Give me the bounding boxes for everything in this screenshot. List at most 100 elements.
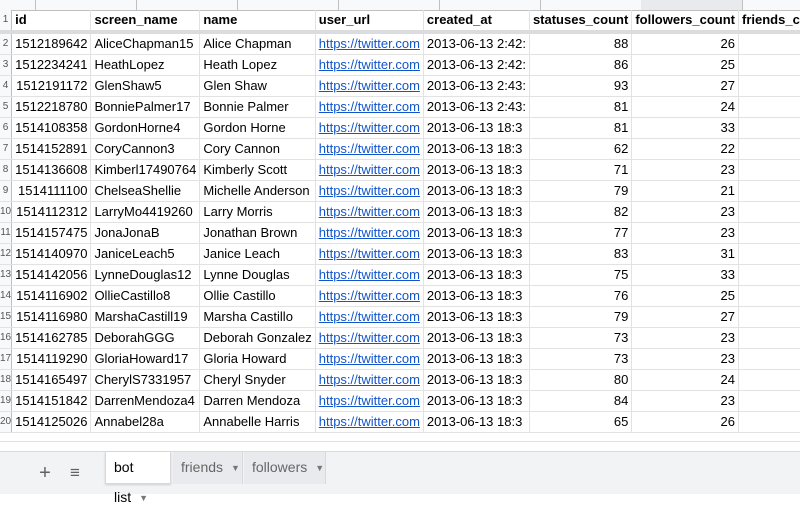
cell-friends-count[interactable]	[739, 307, 800, 328]
cell-followers-count[interactable]: 33	[632, 118, 739, 139]
cell-screen-name[interactable]: LarryMo4419260	[91, 202, 200, 223]
column-header-c[interactable]	[237, 0, 339, 10]
cell-followers-count[interactable]: 25	[632, 286, 739, 307]
header-cell-id[interactable]: id	[12, 10, 91, 32]
cell-followers-count[interactable]: 23	[632, 202, 739, 223]
cell-statuses-count[interactable]: 62	[529, 139, 631, 160]
cell-name[interactable]: Ollie Castillo	[200, 286, 315, 307]
cell-followers-count[interactable]: 26	[632, 412, 739, 433]
cell-friends-count[interactable]	[739, 223, 800, 244]
cell-followers-count[interactable]: 31	[632, 244, 739, 265]
row-number[interactable]: 14	[0, 286, 12, 307]
cell-statuses-count[interactable]: 88	[529, 32, 631, 55]
cell-friends-count[interactable]	[739, 160, 800, 181]
row-number[interactable]: 3	[0, 55, 12, 76]
cell-friends-count[interactable]	[739, 328, 800, 349]
cell-created-at[interactable]: 2013-06-13 2:43:	[423, 76, 529, 97]
cell-statuses-count[interactable]: 76	[529, 286, 631, 307]
cell-friends-count[interactable]	[739, 118, 800, 139]
cell-friends-count[interactable]	[739, 349, 800, 370]
cell-created-at[interactable]: 2013-06-13 18:3	[423, 139, 529, 160]
cell-friends-count[interactable]	[739, 202, 800, 223]
cell-screen-name[interactable]: ChelseaShellie	[91, 181, 200, 202]
cell-user-url[interactable]: https://twitter.com	[315, 349, 423, 370]
row-number[interactable]: 1	[0, 10, 12, 32]
cell-statuses-count[interactable]: 84	[529, 391, 631, 412]
row-number[interactable]: 15	[0, 307, 12, 328]
cell-user-url[interactable]: https://twitter.com	[315, 118, 423, 139]
cell-screen-name[interactable]: LynneDouglas12	[91, 265, 200, 286]
cell-id[interactable]: 1512189642	[12, 32, 91, 55]
cell-followers-count[interactable]: 23	[632, 160, 739, 181]
cell-friends-count[interactable]	[739, 265, 800, 286]
cell-created-at[interactable]: 2013-06-13 18:3	[423, 202, 529, 223]
plus-icon[interactable]: +	[33, 461, 57, 485]
cell-name[interactable]: Alice Chapman	[200, 32, 315, 55]
cell-statuses-count[interactable]: 81	[529, 97, 631, 118]
cell-id[interactable]: 1514108358	[12, 118, 91, 139]
tab-friends[interactable]: friends▼	[173, 452, 243, 484]
header-cell-created-at[interactable]: created_at	[423, 10, 529, 32]
cell-friends-count[interactable]	[739, 97, 800, 118]
cell-user-url[interactable]: https://twitter.com	[315, 181, 423, 202]
tab-followers[interactable]: followers▼	[244, 452, 326, 484]
cell-name[interactable]: Glen Shaw	[200, 76, 315, 97]
cell-created-at[interactable]: 2013-06-13 18:3	[423, 412, 529, 433]
cell-screen-name[interactable]: HeathLopez	[91, 55, 200, 76]
cell-name[interactable]: Heath Lopez	[200, 55, 315, 76]
row-number[interactable]: 5	[0, 97, 12, 118]
cell-statuses-count[interactable]: 75	[529, 265, 631, 286]
cell-statuses-count[interactable]: 77	[529, 223, 631, 244]
cell-id[interactable]: 1514142056	[12, 265, 91, 286]
cell-user-url[interactable]: https://twitter.com	[315, 328, 423, 349]
cell-id[interactable]: 1514125026	[12, 412, 91, 433]
header-cell-name[interactable]: name	[200, 10, 315, 32]
cell-screen-name[interactable]: MarshaCastill19	[91, 307, 200, 328]
cell-created-at[interactable]: 2013-06-13 2:42:	[423, 55, 529, 76]
cell-id[interactable]: 1514162785	[12, 328, 91, 349]
column-header-h[interactable]	[742, 0, 800, 10]
column-header-a[interactable]	[35, 0, 137, 10]
cell-created-at[interactable]: 2013-06-13 2:43:	[423, 97, 529, 118]
cell-screen-name[interactable]: JaniceLeach5	[91, 244, 200, 265]
cell-statuses-count[interactable]: 79	[529, 181, 631, 202]
horizontal-scrollbar[interactable]	[0, 441, 800, 442]
cell-screen-name[interactable]: CherylS7331957	[91, 370, 200, 391]
menu-lines-icon[interactable]: ≡	[63, 461, 87, 485]
column-header-g[interactable]	[641, 0, 743, 10]
cell-friends-count[interactable]	[739, 76, 800, 97]
header-cell-followers-count[interactable]: followers_count	[632, 10, 739, 32]
cell-id[interactable]: 1514165497	[12, 370, 91, 391]
cell-name[interactable]: Michelle Anderson	[200, 181, 315, 202]
cell-user-url[interactable]: https://twitter.com	[315, 55, 423, 76]
cell-screen-name[interactable]: Kimberl17490764	[91, 160, 200, 181]
cell-friends-count[interactable]	[739, 286, 800, 307]
cell-created-at[interactable]: 2013-06-13 18:3	[423, 265, 529, 286]
cell-name[interactable]: Darren Mendoza	[200, 391, 315, 412]
cell-screen-name[interactable]: GordonHorne4	[91, 118, 200, 139]
cell-created-at[interactable]: 2013-06-13 18:3	[423, 181, 529, 202]
cell-id[interactable]: 1512191172	[12, 76, 91, 97]
cell-screen-name[interactable]: JonaJonaB	[91, 223, 200, 244]
cell-created-at[interactable]: 2013-06-13 18:3	[423, 160, 529, 181]
cell-followers-count[interactable]: 24	[632, 370, 739, 391]
cell-id[interactable]: 1514136608	[12, 160, 91, 181]
cell-statuses-count[interactable]: 81	[529, 118, 631, 139]
cell-name[interactable]: Gordon Horne	[200, 118, 315, 139]
cell-screen-name[interactable]: OllieCastillo8	[91, 286, 200, 307]
caret-down-icon[interactable]: ▼	[231, 463, 240, 473]
caret-down-icon[interactable]: ▼	[315, 463, 324, 473]
cell-id[interactable]: 1512218780	[12, 97, 91, 118]
cell-user-url[interactable]: https://twitter.com	[315, 307, 423, 328]
cell-created-at[interactable]: 2013-06-13 18:3	[423, 349, 529, 370]
cell-friends-count[interactable]	[739, 370, 800, 391]
cell-id[interactable]: 1514111100	[12, 181, 91, 202]
cell-followers-count[interactable]: 23	[632, 328, 739, 349]
cell-statuses-count[interactable]: 86	[529, 55, 631, 76]
cell-user-url[interactable]: https://twitter.com	[315, 265, 423, 286]
cell-id[interactable]: 1514140970	[12, 244, 91, 265]
cell-created-at[interactable]: 2013-06-13 18:3	[423, 307, 529, 328]
cell-created-at[interactable]: 2013-06-13 18:3	[423, 244, 529, 265]
cell-friends-count[interactable]	[739, 32, 800, 55]
cell-followers-count[interactable]: 26	[632, 32, 739, 55]
